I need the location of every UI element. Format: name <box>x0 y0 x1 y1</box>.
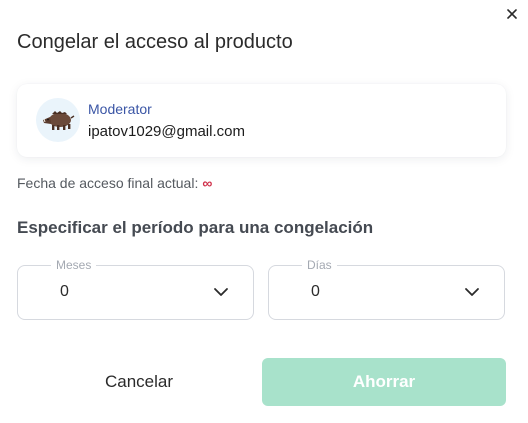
user-email: ipatov1029@gmail.com <box>88 123 245 140</box>
close-icon <box>507 9 517 19</box>
boar-icon <box>43 111 75 130</box>
dialog-title: Congelar el acceso al producto <box>17 31 293 53</box>
chevron-down-icon <box>465 288 479 296</box>
months-label: Meses <box>51 258 97 272</box>
user-role: Moderator <box>88 101 152 117</box>
months-value: 0 <box>60 283 69 300</box>
save-button[interactable]: Ahorrar <box>262 358 506 406</box>
freeze-period-heading: Especificar el período para una congelac… <box>17 218 374 237</box>
cancel-button[interactable]: Cancelar <box>17 358 261 406</box>
access-date-label: Fecha de acceso final actual: <box>17 175 199 191</box>
user-card: Moderator ipatov1029@gmail.com <box>17 84 506 157</box>
chevron-down-icon <box>214 288 228 296</box>
close-button[interactable] <box>502 4 522 24</box>
days-label: Días <box>302 258 337 272</box>
months-select[interactable]: Meses 0 <box>17 258 254 320</box>
days-value: 0 <box>311 283 320 300</box>
days-select[interactable]: Días 0 <box>268 258 505 320</box>
current-access-date: Fecha de acceso final actual: ∞ <box>17 175 212 191</box>
avatar <box>36 98 80 142</box>
infinity-value: ∞ <box>202 175 213 191</box>
